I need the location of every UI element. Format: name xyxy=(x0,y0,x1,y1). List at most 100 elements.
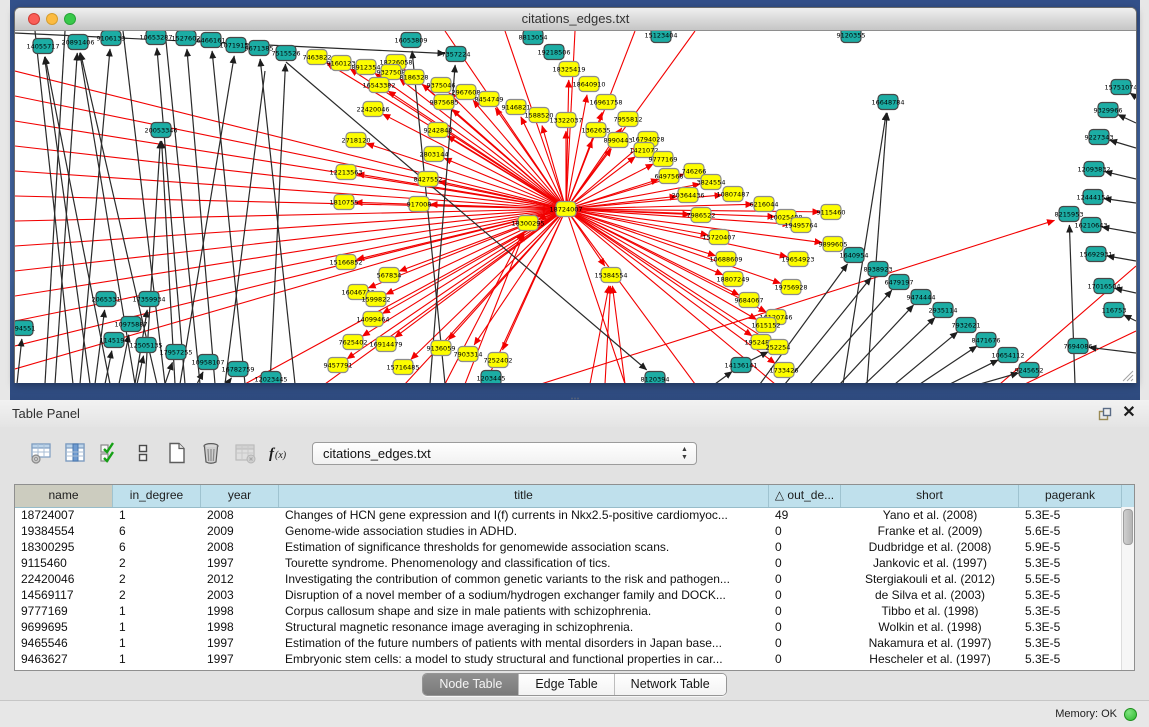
cell[interactable]: 2008 xyxy=(201,539,279,555)
cell[interactable]: 6 xyxy=(113,523,201,539)
graph-node[interactable]: 9329966 xyxy=(1094,103,1123,118)
show-column-button[interactable] xyxy=(60,438,90,468)
cell[interactable]: 9115460 xyxy=(15,555,113,571)
graph-node[interactable]: 12505135 xyxy=(129,338,162,353)
cell[interactable]: 2 xyxy=(113,587,201,603)
graph-node[interactable]: 20364436 xyxy=(671,188,704,203)
graph-node[interactable]: 9671385 xyxy=(245,41,274,56)
graph-node[interactable]: 16053809 xyxy=(394,33,427,48)
column-header-pagerank[interactable]: pagerank xyxy=(1019,485,1122,507)
cell[interactable]: 2 xyxy=(113,555,201,571)
graph-node[interactable]: 14099464 xyxy=(356,312,389,327)
graph-node[interactable]: 14055717 xyxy=(26,39,59,54)
table-row[interactable]: 946554611997Estimation of the future num… xyxy=(15,635,1122,651)
graph-node[interactable]: 1145194 xyxy=(100,333,129,348)
graph-node[interactable]: 2065331 xyxy=(92,292,121,307)
cell[interactable]: 0 xyxy=(769,587,841,603)
cell[interactable]: 0 xyxy=(769,539,841,555)
graph-node[interactable]: 8938923 xyxy=(864,262,893,277)
graph-node[interactable]: 9227343 xyxy=(1085,130,1114,145)
cell[interactable]: Disruption of a novel member of a sodium… xyxy=(279,587,769,603)
cell[interactable]: 0 xyxy=(769,651,841,667)
cell[interactable]: Structural magnetic resonance image aver… xyxy=(279,619,769,635)
citation-edge-red[interactable] xyxy=(366,143,566,209)
graph-node[interactable]: 567834 xyxy=(377,268,402,283)
cell[interactable]: 1998 xyxy=(201,603,279,619)
citation-edge-black[interactable] xyxy=(1110,140,1136,148)
cell[interactable]: 5.3E-5 xyxy=(1019,635,1122,651)
graph-node[interactable]: 17359934 xyxy=(132,292,165,307)
graph-node[interactable]: 7986522 xyxy=(687,208,716,223)
cell[interactable]: Stergiakouli et al. (2012) xyxy=(841,571,1019,587)
cell[interactable]: de Silva et al. (2003) xyxy=(841,587,1019,603)
tab-edge-table[interactable]: Edge Table xyxy=(518,674,613,695)
citation-edge-black[interactable] xyxy=(225,71,265,383)
graph-node[interactable]: 2718120 xyxy=(342,133,371,148)
graph-node[interactable]: 8120394 xyxy=(641,372,670,384)
table-scrollbar[interactable] xyxy=(1121,507,1134,670)
cell[interactable]: Franke et al. (2009) xyxy=(841,523,1019,539)
cell[interactable]: 2008 xyxy=(201,507,279,523)
new-table-button[interactable] xyxy=(162,438,192,468)
cell[interactable]: 5.3E-5 xyxy=(1019,619,1122,635)
cell[interactable]: 0 xyxy=(769,555,841,571)
graph-node[interactable]: 8813054 xyxy=(519,31,548,45)
row-height-button[interactable] xyxy=(128,438,158,468)
table-row[interactable]: 946362711997Embryonic stem cells: a mode… xyxy=(15,651,1122,667)
cell[interactable]: 19384554 xyxy=(15,523,113,539)
cell[interactable]: Embryonic stem cells: a model to study s… xyxy=(279,651,769,667)
graph-node[interactable]: 1640954 xyxy=(840,248,869,263)
graph-node[interactable]: 1615152 xyxy=(752,318,781,333)
cell[interactable]: 0 xyxy=(769,635,841,651)
graph-node[interactable]: 17016504 xyxy=(1087,279,1120,294)
graph-node[interactable]: 7955812 xyxy=(614,112,643,127)
delete-table-button[interactable] xyxy=(230,438,260,468)
select-rows-button[interactable] xyxy=(94,438,124,468)
citation-edge-black[interactable] xyxy=(286,62,647,370)
citation-edge-black[interactable] xyxy=(270,64,285,383)
citation-edge-black[interactable] xyxy=(1069,225,1075,383)
graph-node[interactable]: 7694086 xyxy=(1064,339,1093,354)
cell[interactable]: 9465546 xyxy=(15,635,113,651)
cell[interactable]: 5.3E-5 xyxy=(1019,555,1122,571)
cell[interactable]: 5.3E-5 xyxy=(1019,587,1122,603)
graph-node[interactable]: 15384554 xyxy=(594,268,627,283)
graph-node[interactable]: 19756928 xyxy=(774,280,807,295)
cell[interactable]: 1997 xyxy=(201,635,279,651)
cell[interactable]: 2 xyxy=(113,571,201,587)
citation-edge-black[interactable] xyxy=(165,362,172,383)
graph-node[interactable]: 8454749 xyxy=(475,92,504,107)
cell[interactable]: 9777169 xyxy=(15,603,113,619)
graph-node[interactable]: 9777169 xyxy=(649,152,678,167)
graph-node[interactable]: 8215953 xyxy=(1055,207,1084,222)
cell[interactable]: Jankovic et al. (1997) xyxy=(841,555,1019,571)
citation-edge-black[interactable] xyxy=(1118,115,1136,123)
graph-node[interactable]: 7252402 xyxy=(484,353,513,368)
cell[interactable]: Wolkin et al. (1998) xyxy=(841,619,1019,635)
citation-edge-black[interactable] xyxy=(1124,315,1136,321)
cell[interactable]: 5.5E-5 xyxy=(1019,571,1122,587)
citation-edge-black[interactable] xyxy=(950,360,998,383)
cell[interactable]: Corpus callosum shape and size in male p… xyxy=(279,603,769,619)
graph-node[interactable]: 7625402 xyxy=(339,335,368,350)
citation-edge-black[interactable] xyxy=(180,56,234,383)
cell[interactable]: 0 xyxy=(769,619,841,635)
graph-node[interactable]: 7515526 xyxy=(272,46,301,61)
graph-node[interactable]: 2935114 xyxy=(929,303,958,318)
graph-node[interactable]: 6216044 xyxy=(750,197,779,212)
graph-node[interactable]: 9242848 xyxy=(424,123,453,138)
graph-node[interactable]: 6497568 xyxy=(655,169,684,184)
graph-node[interactable]: 15751074 xyxy=(1104,80,1136,95)
graph-node[interactable]: 9899605 xyxy=(819,237,848,252)
graph-node[interactable]: 9136059 xyxy=(427,341,456,356)
citation-edge-red[interactable] xyxy=(15,121,566,209)
graph-node[interactable]: 12093832 xyxy=(1077,162,1110,177)
table-selector-dropdown[interactable]: citations_edges.txt ▲▼ xyxy=(312,442,697,465)
citation-edge-red[interactable] xyxy=(15,209,566,346)
graph-node[interactable]: 18640910 xyxy=(572,77,605,92)
graph-node[interactable]: 15716485 xyxy=(386,360,419,375)
citation-edge-black[interactable] xyxy=(895,332,958,383)
window-titlebar[interactable]: citations_edges.txt xyxy=(15,8,1136,31)
citation-edge-black[interactable] xyxy=(810,290,892,383)
graph-node[interactable]: 16210643 xyxy=(1074,218,1107,233)
